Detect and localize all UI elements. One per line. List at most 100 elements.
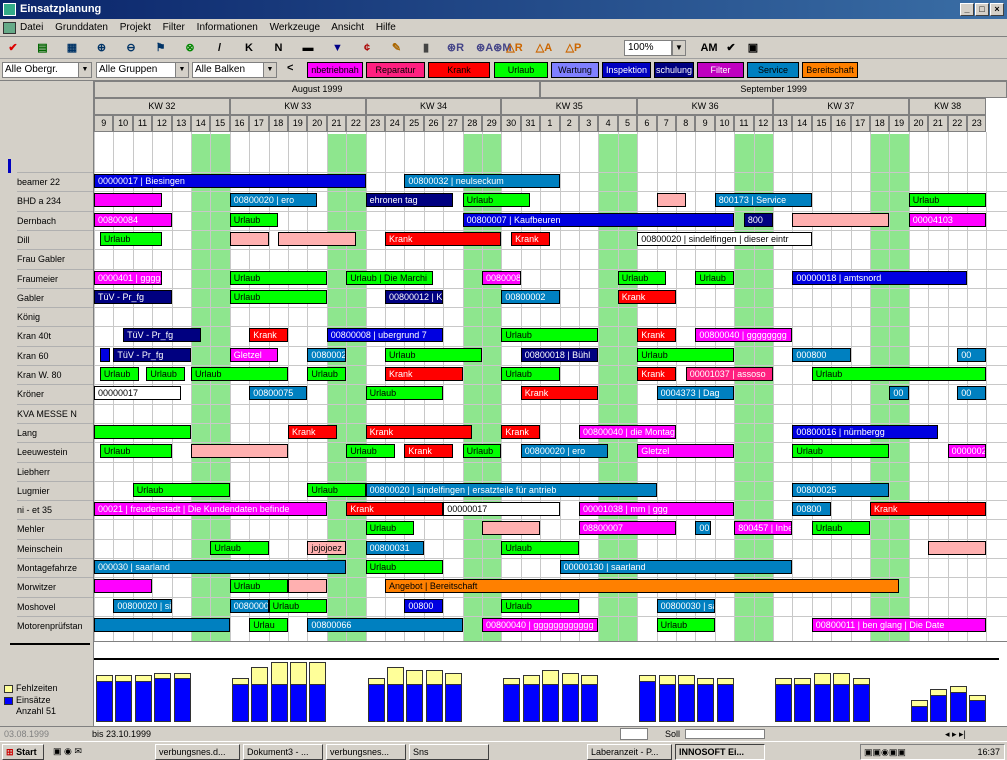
toolbar-button-4[interactable]: ⊖ [122, 40, 140, 56]
toolbar-extra-1[interactable]: ✔ [722, 40, 740, 56]
legend-nbetriebnah[interactable]: nbetriebnah [307, 62, 363, 78]
toolbar-button-5[interactable]: ⚑ [152, 40, 170, 56]
start-button[interactable]: ⊞ Start [2, 744, 44, 760]
toolbar-button-12[interactable]: ¢ [358, 40, 376, 56]
schedule-bar[interactable]: Urlaub [811, 521, 870, 536]
schedule-bar[interactable]: Krank [501, 424, 541, 439]
schedule-bar[interactable]: 00800018 | Bühl [520, 347, 599, 362]
schedule-bar[interactable]: Urlaub [811, 367, 987, 381]
schedule-bar[interactable]: Krank [637, 367, 676, 381]
toolbar-button-16[interactable]: ⊛A⊛M [476, 40, 512, 56]
schedule-bar[interactable]: 000800 [792, 347, 851, 362]
menu-hilfe[interactable]: Hilfe [376, 22, 396, 33]
schedule-bar[interactable]: 0004373 | Dag [656, 386, 735, 401]
schedule-bar[interactable]: Krank [365, 424, 473, 439]
schedule-bar[interactable]: Urlaub [462, 444, 502, 459]
row-name[interactable]: König [17, 307, 93, 325]
schedule-bar[interactable]: Urlaub [695, 270, 735, 285]
schedule-bar[interactable]: Urlaub | Die Marchi [346, 270, 434, 285]
task-4[interactable]: Sns [409, 744, 489, 760]
row-name[interactable]: Leeuwestein [17, 442, 93, 460]
schedule-bar[interactable]: 00800016 | nürnbergg [792, 424, 938, 439]
schedule-bar[interactable]: Urlaub [99, 231, 162, 246]
task-3[interactable]: verbungsnes... [326, 744, 406, 760]
gantt-chart[interactable]: August 1999 September 1999 KW 32 KW 33 KW 34… [94, 81, 1007, 641]
schedule-bar[interactable]: Urlaub [501, 328, 599, 343]
schedule-bar[interactable]: 00800005 [229, 598, 269, 613]
schedule-bar[interactable]: 00800007 | Kaufbeuren [462, 212, 735, 227]
quicklaunch[interactable]: ▣ ◉ ✉ [50, 744, 150, 760]
row-name[interactable]: Kran W. 80 [17, 365, 93, 383]
schedule-bar[interactable]: 00800084 [94, 212, 172, 227]
toolbar-extra-2[interactable]: ▣ [744, 40, 762, 56]
schedule-bar[interactable]: Urlaub [637, 347, 735, 362]
schedule-bar[interactable]: Urlaub [307, 482, 366, 497]
gruppen-select[interactable]: Alle Gruppen ▼ [96, 62, 189, 78]
row-name[interactable]: Frau Gabler [17, 249, 93, 267]
schedule-bar[interactable]: 00001038 | mm | ggg [579, 502, 735, 517]
schedule-bar[interactable]: Urlaub [385, 347, 482, 362]
row-name[interactable]: Lugmier [17, 480, 93, 499]
legend-krank[interactable]: Krank [428, 62, 490, 78]
toolbar-button-19[interactable]: △P [565, 40, 583, 56]
chevron-down-icon[interactable]: ▼ [263, 63, 276, 77]
legend-urlaub[interactable]: Urlaub [494, 62, 548, 78]
schedule-bar[interactable]: 00800020 | ero [229, 193, 318, 208]
chevron-down-icon[interactable]: ▼ [672, 40, 686, 56]
schedule-bar[interactable]: Krank [288, 424, 337, 439]
schedule-bar[interactable]: Urlaub [229, 289, 327, 304]
task-5[interactable]: Laberanzeit - P... [587, 744, 672, 760]
row-name[interactable]: BHD a 234 [17, 191, 93, 209]
schedule-bar[interactable]: Gletzel [229, 347, 279, 362]
schedule-bar[interactable]: Urlaub [462, 193, 531, 208]
schedule-bar[interactable]: TüV - Pr_fg [113, 347, 191, 362]
schedule-bar[interactable]: Urlaub [210, 540, 269, 555]
row-name[interactable]: Mehler [17, 519, 93, 537]
schedule-bar[interactable]: 00000017 [443, 502, 560, 517]
schedule-bar[interactable]: Krank [511, 231, 550, 246]
schedule-bar[interactable] [278, 231, 356, 246]
menu-ansicht[interactable]: Ansicht [331, 22, 364, 33]
schedule-bar[interactable]: 00800031 [365, 540, 424, 555]
schedule-bar[interactable]: 00800040 | die Montage [579, 424, 676, 439]
row-name[interactable]: Kran 40t [17, 326, 93, 344]
schedule-bar[interactable]: 00000022 [947, 444, 987, 459]
schedule-bar[interactable]: 00 [957, 347, 987, 362]
schedule-bar[interactable]: Krank [346, 502, 444, 517]
schedule-bar[interactable] [94, 193, 162, 208]
row-name[interactable]: KVA MESSE N [17, 403, 93, 422]
toolbar-button-11[interactable]: ▼ [329, 40, 347, 56]
schedule-bar[interactable]: Krank [385, 231, 502, 246]
schedule-bar[interactable]: 800173 | Service [714, 193, 812, 208]
schedule-bar[interactable]: Urlaub [908, 193, 987, 208]
zoom-select[interactable]: 100% [624, 40, 672, 56]
schedule-bar[interactable]: 800 [743, 212, 773, 227]
schedule-bar[interactable]: 00004103 [908, 212, 987, 227]
schedule-bar[interactable]: 00021 | freudenstadt | Die Kundendaten b… [94, 502, 327, 517]
schedule-bar[interactable]: Urlaub [365, 386, 444, 401]
schedule-bar[interactable]: Urlaub [229, 270, 327, 285]
schedule-bar[interactable]: Urlaub [146, 367, 186, 381]
schedule-bar[interactable]: Urlaub [656, 617, 715, 632]
row-name[interactable]: Gabler [17, 287, 93, 306]
scroll-indicator[interactable] [620, 728, 648, 740]
schedule-bar[interactable]: 00800066 [307, 617, 463, 632]
schedule-bar[interactable]: 00800011 | ben glang | Die Date [811, 617, 987, 632]
schedule-bar[interactable]: TüV - Pr_fg [94, 289, 172, 304]
maximize-button[interactable]: □ [975, 3, 989, 16]
schedule-bar[interactable]: Krank [520, 386, 599, 401]
schedule-bar[interactable]: Krank [637, 328, 676, 343]
schedule-bar[interactable]: Urlaub [501, 598, 579, 613]
schedule-bar[interactable]: 00001037 | assoso [685, 367, 773, 381]
row-name[interactable]: Montagefahrze [17, 558, 93, 576]
schedule-bar[interactable]: Krank [870, 502, 987, 517]
schedule-bar[interactable]: 000030 | saarland [94, 560, 347, 574]
legend-service[interactable]: Service [747, 62, 799, 78]
row-name[interactable]: Morwitzer [17, 577, 93, 595]
schedule-bar[interactable]: 00 [957, 386, 987, 401]
schedule-bar[interactable]: 00800030 | saarland [656, 598, 715, 613]
schedule-bar[interactable]: Urlaub [365, 521, 415, 536]
menu-werkzeuge[interactable]: Werkzeuge [270, 22, 320, 33]
nav-back-button[interactable]: < [287, 62, 293, 74]
schedule-bar[interactable]: Urlaub [501, 540, 579, 555]
